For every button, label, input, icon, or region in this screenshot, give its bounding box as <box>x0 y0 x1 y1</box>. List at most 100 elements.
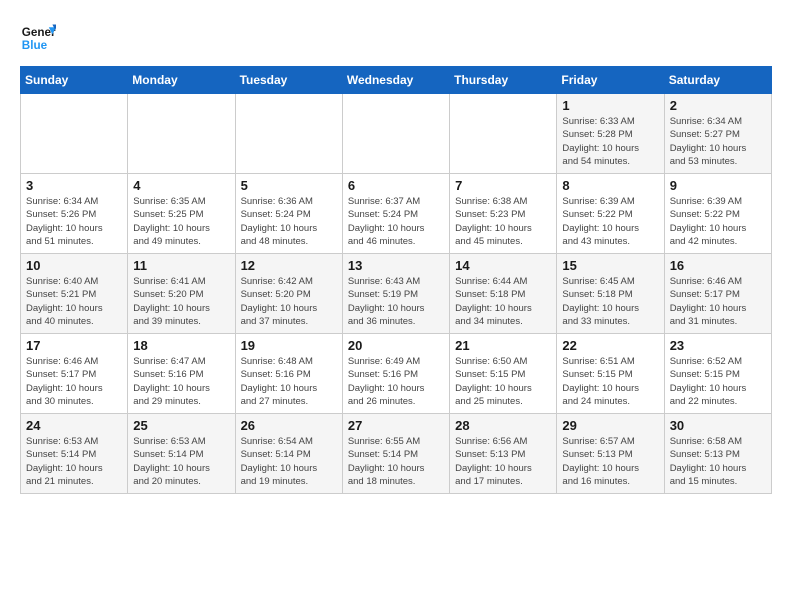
day-number: 21 <box>455 338 551 353</box>
day-of-week-header: Saturday <box>664 67 771 94</box>
calendar-cell <box>128 94 235 174</box>
calendar-week-row: 24Sunrise: 6:53 AM Sunset: 5:14 PM Dayli… <box>21 414 772 494</box>
calendar-cell <box>450 94 557 174</box>
day-number: 23 <box>670 338 766 353</box>
day-of-week-header: Friday <box>557 67 664 94</box>
day-info: Sunrise: 6:40 AM Sunset: 5:21 PM Dayligh… <box>26 275 122 328</box>
calendar-cell: 19Sunrise: 6:48 AM Sunset: 5:16 PM Dayli… <box>235 334 342 414</box>
calendar-cell: 22 Sunrise: 6:51 AM Sunset: 5:15 PM Dayli… <box>557 334 664 414</box>
day-number: 30 <box>670 418 766 433</box>
day-of-week-header: Monday <box>128 67 235 94</box>
day-number: 5 <box>241 178 337 193</box>
calendar-cell: 12Sunrise: 6:42 AM Sunset: 5:20 PM Dayli… <box>235 254 342 334</box>
day-number: 7 <box>455 178 551 193</box>
day-number: 10 <box>26 258 122 273</box>
calendar-cell: 6 Sunrise: 6:37 AM Sunset: 5:24 PM Daylig… <box>342 174 449 254</box>
day-number: 4 <box>133 178 229 193</box>
calendar-cell: 29Sunrise: 6:57 AM Sunset: 5:13 PM Dayli… <box>557 414 664 494</box>
calendar-cell: 21 Sunrise: 6:50 AM Sunset: 5:15 PM Dayli… <box>450 334 557 414</box>
calendar-cell: 8 Sunrise: 6:39 AM Sunset: 5:22 PM Daylig… <box>557 174 664 254</box>
day-number: 11 <box>133 258 229 273</box>
calendar-cell: 4 Sunrise: 6:35 AM Sunset: 5:25 PM Daylig… <box>128 174 235 254</box>
calendar-week-row: 3Sunrise: 6:34 AM Sunset: 5:26 PM Daylig… <box>21 174 772 254</box>
day-info: Sunrise: 6:56 AM Sunset: 5:13 PM Dayligh… <box>455 435 551 488</box>
day-number: 28 <box>455 418 551 433</box>
calendar-cell <box>342 94 449 174</box>
calendar-week-row: 1 Sunrise: 6:33 AM Sunset: 5:28 PM Daylig… <box>21 94 772 174</box>
day-info: Sunrise: 6:53 AM Sunset: 5:14 PM Dayligh… <box>26 435 122 488</box>
day-number: 17 <box>26 338 122 353</box>
day-of-week-header: Wednesday <box>342 67 449 94</box>
calendar-cell: 11Sunrise: 6:41 AM Sunset: 5:20 PM Dayli… <box>128 254 235 334</box>
day-number: 26 <box>241 418 337 433</box>
day-number: 3 <box>26 178 122 193</box>
day-number: 29 <box>562 418 658 433</box>
calendar-cell: 1 Sunrise: 6:33 AM Sunset: 5:28 PM Daylig… <box>557 94 664 174</box>
day-number: 9 <box>670 178 766 193</box>
day-number: 25 <box>133 418 229 433</box>
day-number: 8 <box>562 178 658 193</box>
day-info: Sunrise: 6:49 AM Sunset: 5:16 PM Dayligh… <box>348 355 444 408</box>
logo-icon: General Blue <box>20 20 56 56</box>
day-number: 2 <box>670 98 766 113</box>
day-number: 20 <box>348 338 444 353</box>
calendar-table: SundayMondayTuesdayWednesdayThursdayFrid… <box>20 66 772 494</box>
day-info: Sunrise: 6:50 AM Sunset: 5:15 PM Dayligh… <box>455 355 551 408</box>
calendar-header-row: SundayMondayTuesdayWednesdayThursdayFrid… <box>21 67 772 94</box>
calendar-cell: 13 Sunrise: 6:43 AM Sunset: 5:19 PM Dayli… <box>342 254 449 334</box>
day-info: Sunrise: 6:53 AM Sunset: 5:14 PM Dayligh… <box>133 435 229 488</box>
day-number: 15 <box>562 258 658 273</box>
day-number: 14 <box>455 258 551 273</box>
calendar-cell: 3Sunrise: 6:34 AM Sunset: 5:26 PM Daylig… <box>21 174 128 254</box>
day-info: Sunrise: 6:44 AM Sunset: 5:18 PM Dayligh… <box>455 275 551 328</box>
day-info: Sunrise: 6:37 AM Sunset: 5:24 PM Dayligh… <box>348 195 444 248</box>
calendar-cell: 9 Sunrise: 6:39 AM Sunset: 5:22 PM Daylig… <box>664 174 771 254</box>
day-info: Sunrise: 6:33 AM Sunset: 5:28 PM Dayligh… <box>562 115 658 168</box>
day-info: Sunrise: 6:43 AM Sunset: 5:19 PM Dayligh… <box>348 275 444 328</box>
day-number: 12 <box>241 258 337 273</box>
calendar-cell: 2 Sunrise: 6:34 AM Sunset: 5:27 PM Daylig… <box>664 94 771 174</box>
calendar-cell: 18Sunrise: 6:47 AM Sunset: 5:16 PM Dayli… <box>128 334 235 414</box>
calendar-cell: 10 Sunrise: 6:40 AM Sunset: 5:21 PM Dayli… <box>21 254 128 334</box>
calendar-cell: 17 Sunrise: 6:46 AM Sunset: 5:17 PM Dayli… <box>21 334 128 414</box>
calendar-cell <box>235 94 342 174</box>
day-info: Sunrise: 6:51 AM Sunset: 5:15 PM Dayligh… <box>562 355 658 408</box>
calendar-cell: 14 Sunrise: 6:44 AM Sunset: 5:18 PM Dayli… <box>450 254 557 334</box>
day-info: Sunrise: 6:39 AM Sunset: 5:22 PM Dayligh… <box>670 195 766 248</box>
day-number: 16 <box>670 258 766 273</box>
day-of-week-header: Sunday <box>21 67 128 94</box>
day-info: Sunrise: 6:34 AM Sunset: 5:27 PM Dayligh… <box>670 115 766 168</box>
day-info: Sunrise: 6:47 AM Sunset: 5:16 PM Dayligh… <box>133 355 229 408</box>
calendar-cell: 27 Sunrise: 6:55 AM Sunset: 5:14 PM Dayli… <box>342 414 449 494</box>
day-number: 1 <box>562 98 658 113</box>
day-info: Sunrise: 6:36 AM Sunset: 5:24 PM Dayligh… <box>241 195 337 248</box>
calendar-week-row: 17 Sunrise: 6:46 AM Sunset: 5:17 PM Dayli… <box>21 334 772 414</box>
calendar-cell <box>21 94 128 174</box>
calendar-cell: 28 Sunrise: 6:56 AM Sunset: 5:13 PM Dayli… <box>450 414 557 494</box>
day-number: 22 <box>562 338 658 353</box>
day-info: Sunrise: 6:46 AM Sunset: 5:17 PM Dayligh… <box>670 275 766 328</box>
day-info: Sunrise: 6:35 AM Sunset: 5:25 PM Dayligh… <box>133 195 229 248</box>
page-header: General Blue <box>20 20 772 56</box>
day-number: 13 <box>348 258 444 273</box>
logo: General Blue <box>20 20 56 56</box>
day-info: Sunrise: 6:58 AM Sunset: 5:13 PM Dayligh… <box>670 435 766 488</box>
day-info: Sunrise: 6:45 AM Sunset: 5:18 PM Dayligh… <box>562 275 658 328</box>
day-number: 19 <box>241 338 337 353</box>
svg-text:Blue: Blue <box>22 39 48 52</box>
calendar-cell: 20 Sunrise: 6:49 AM Sunset: 5:16 PM Dayli… <box>342 334 449 414</box>
calendar-cell: 16 Sunrise: 6:46 AM Sunset: 5:17 PM Dayli… <box>664 254 771 334</box>
day-number: 27 <box>348 418 444 433</box>
calendar-cell: 7Sunrise: 6:38 AM Sunset: 5:23 PM Daylig… <box>450 174 557 254</box>
day-number: 6 <box>348 178 444 193</box>
calendar-cell: 15 Sunrise: 6:45 AM Sunset: 5:18 PM Dayli… <box>557 254 664 334</box>
day-info: Sunrise: 6:39 AM Sunset: 5:22 PM Dayligh… <box>562 195 658 248</box>
day-info: Sunrise: 6:54 AM Sunset: 5:14 PM Dayligh… <box>241 435 337 488</box>
day-of-week-header: Thursday <box>450 67 557 94</box>
calendar-cell: 24Sunrise: 6:53 AM Sunset: 5:14 PM Dayli… <box>21 414 128 494</box>
day-of-week-header: Tuesday <box>235 67 342 94</box>
day-info: Sunrise: 6:46 AM Sunset: 5:17 PM Dayligh… <box>26 355 122 408</box>
day-info: Sunrise: 6:55 AM Sunset: 5:14 PM Dayligh… <box>348 435 444 488</box>
calendar-cell: 25 Sunrise: 6:53 AM Sunset: 5:14 PM Dayli… <box>128 414 235 494</box>
day-info: Sunrise: 6:52 AM Sunset: 5:15 PM Dayligh… <box>670 355 766 408</box>
